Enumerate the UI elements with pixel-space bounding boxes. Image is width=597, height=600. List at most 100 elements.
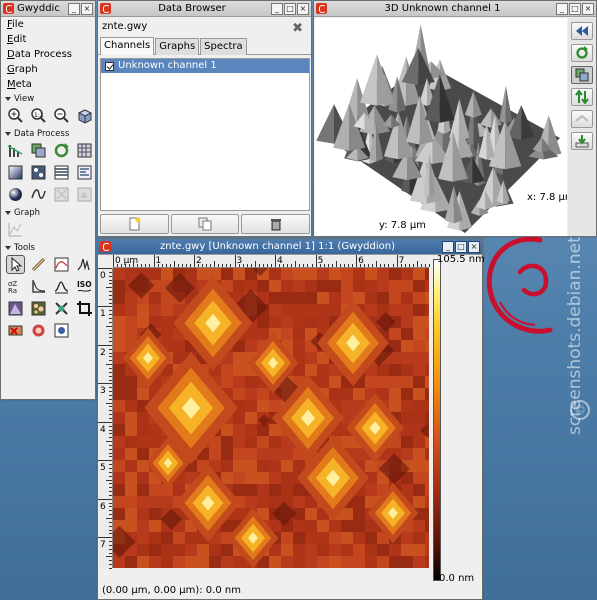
ruler-tick (109, 568, 112, 569)
delete-button[interactable] (241, 214, 311, 234)
minimize-button[interactable]: _ (68, 2, 80, 15)
minimize-button[interactable]: _ (556, 2, 568, 15)
menu-meta[interactable]: Meta (1, 77, 95, 92)
stripes-icon[interactable] (53, 164, 70, 181)
pointer-icon[interactable] (6, 255, 25, 274)
3d-view-icon[interactable] (76, 107, 93, 124)
gradient-icon[interactable] (7, 164, 24, 181)
3d-surface-view[interactable]: x: 7.8 µm y: 7.8 µm (315, 18, 567, 236)
toolbox-titlebar[interactable]: Gwyddic _ × (1, 1, 95, 17)
menu-edit[interactable]: Edit (1, 32, 95, 47)
height-map-cell (245, 424, 257, 436)
layers-button[interactable] (571, 66, 593, 84)
tab-spectra[interactable]: Spectra (200, 38, 247, 55)
height-map-cell (137, 388, 149, 400)
sphere-icon[interactable] (7, 186, 24, 203)
height-map[interactable] (113, 268, 429, 568)
height-map-cell (389, 400, 401, 412)
menu-data-process[interactable]: Data Process (1, 47, 95, 62)
iso-icon[interactable]: ISO (76, 278, 93, 295)
zoom-out-icon[interactable] (53, 107, 70, 124)
refresh-button[interactable] (571, 44, 593, 62)
maximize-button[interactable]: □ (569, 2, 581, 15)
rewind-button[interactable] (571, 22, 593, 40)
mask-remove-icon[interactable] (7, 322, 24, 339)
data-window-titlebar[interactable]: znte.gwy [Unknown channel 1] 1:1 (Gwyddi… (98, 239, 482, 255)
section-graph[interactable]: Graph (1, 206, 95, 220)
channel-row[interactable]: Unknown channel 1 (101, 59, 309, 73)
tab-channels[interactable]: Channels (100, 37, 155, 55)
move-button[interactable] (571, 88, 593, 106)
close-button[interactable]: × (468, 240, 480, 253)
height-map-cell (413, 352, 425, 364)
height-map-image[interactable] (113, 268, 429, 568)
grain-select-icon[interactable] (53, 300, 70, 317)
maximize-button[interactable]: □ (455, 240, 467, 253)
section-data-process[interactable]: Data Process (1, 127, 95, 141)
close-button[interactable]: × (81, 2, 93, 15)
height-map-cell (221, 556, 233, 568)
close-file-icon[interactable]: ✖ (292, 21, 303, 36)
fix-zero-icon[interactable] (30, 164, 47, 181)
3d-titlebar[interactable]: 3D Unknown channel 1 _ □ × (314, 1, 596, 17)
height-map-cell (233, 424, 245, 436)
section-view[interactable]: View (1, 92, 95, 106)
data-browser-titlebar[interactable]: Data Browser _ □ × (98, 1, 311, 17)
spot-icon[interactable] (53, 322, 70, 339)
height-map-cell (269, 484, 281, 496)
3d-surface[interactable] (315, 18, 567, 236)
ruler-tick (106, 402, 112, 404)
grain-icon[interactable] (30, 300, 47, 317)
line-icon[interactable] (30, 278, 47, 295)
close-button[interactable]: × (297, 2, 309, 15)
level-icon[interactable] (7, 142, 24, 159)
menu-graph[interactable]: Graph (1, 62, 95, 77)
save-button[interactable] (571, 132, 593, 150)
height-map-cell (353, 556, 365, 568)
ruler-tick (347, 264, 349, 267)
filter-icon[interactable] (76, 164, 93, 181)
new-channel-button[interactable] (100, 214, 169, 234)
tab-graphs[interactable]: Graphs (155, 38, 200, 55)
height-map-cell (137, 424, 149, 436)
crop-tool-icon[interactable] (76, 300, 93, 317)
section-tools[interactable]: Tools (1, 241, 95, 255)
channel-visible-checkbox[interactable] (105, 61, 114, 71)
disabled-icon[interactable] (53, 186, 70, 203)
height-map-cell (257, 328, 269, 340)
mask-tool-icon[interactable] (30, 322, 47, 339)
polygon-icon[interactable] (7, 300, 24, 317)
ruler-icon[interactable] (30, 256, 47, 273)
ruler-tick (109, 464, 112, 466)
height-map-cell (317, 556, 329, 568)
zoom-1-1-icon[interactable]: 1:1 (30, 107, 47, 124)
filter-tool-icon[interactable] (53, 278, 70, 295)
rotate-icon[interactable] (53, 142, 70, 159)
stats-icon[interactable]: σZ Ra (7, 278, 24, 295)
zoom-in-icon[interactable] (7, 107, 24, 124)
disabled-icon[interactable] (76, 186, 93, 203)
wave-icon[interactable] (30, 186, 47, 203)
height-map-cell (425, 364, 429, 376)
grid-icon[interactable] (76, 142, 93, 159)
ruler-tick (109, 318, 112, 319)
file-name: znte.gwy (102, 21, 148, 32)
profile-icon[interactable] (53, 256, 70, 273)
ruler-tick (202, 264, 204, 267)
minimize-button[interactable]: _ (442, 240, 454, 253)
disabled-arrows-button[interactable] (571, 110, 593, 128)
height-map-cell (113, 412, 125, 424)
close-button[interactable]: × (582, 2, 594, 15)
menu-file[interactable]: File (1, 17, 95, 32)
maximize-button[interactable]: □ (284, 2, 296, 15)
height-map-cell (281, 304, 293, 316)
height-map-cell (281, 328, 293, 340)
graph-fit-icon[interactable] (7, 221, 24, 238)
minimize-button[interactable]: _ (271, 2, 283, 15)
duplicate-button[interactable] (170, 214, 240, 234)
crop-icon[interactable] (30, 142, 47, 159)
status-bar: (0.00 µm, 0.00 µm): 0.0 nm (102, 585, 241, 596)
spectro-icon[interactable] (76, 256, 93, 273)
height-map-cell (401, 280, 413, 292)
height-map-cell (113, 436, 125, 448)
